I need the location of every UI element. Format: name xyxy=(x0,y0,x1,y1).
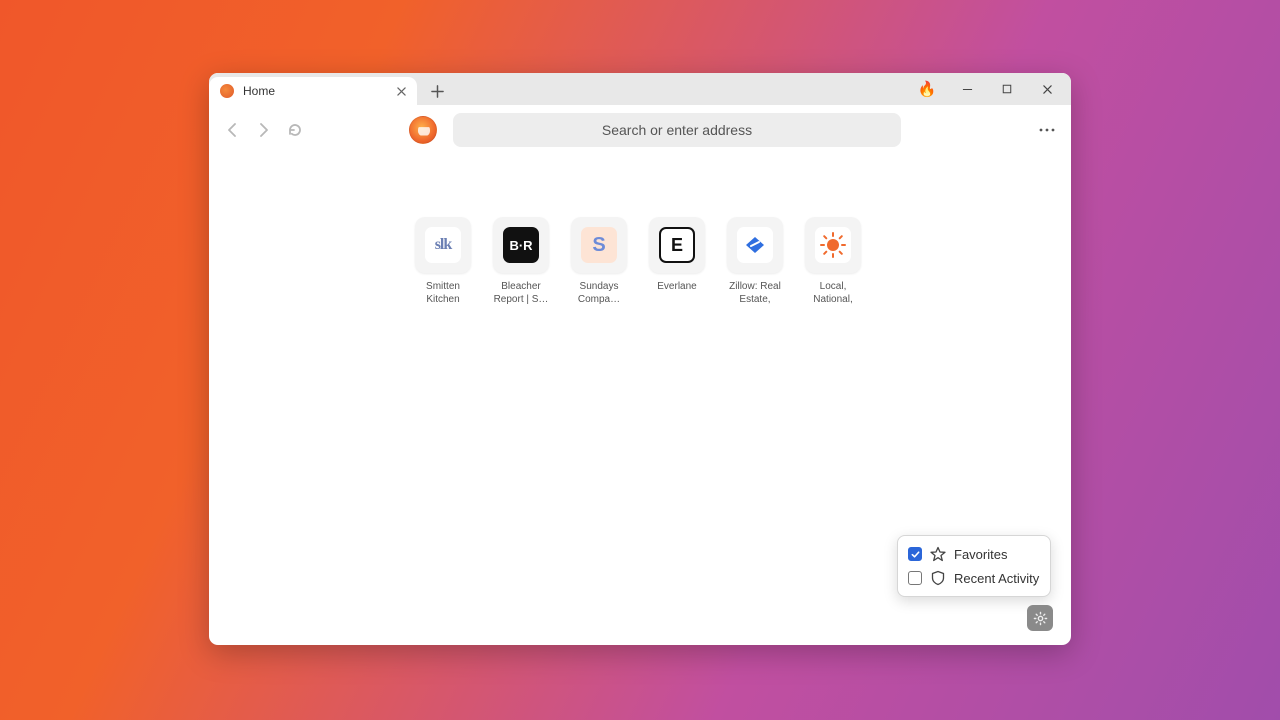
favorites-grid: slk Smitten Kitchen B·R Bleacher Report … xyxy=(415,217,861,307)
shield-icon xyxy=(930,570,946,586)
checkbox-checked-icon xyxy=(908,547,922,561)
favorite-zillow[interactable]: Zillow: Real Estate, Apa… xyxy=(727,217,783,307)
favorite-bleacher-report[interactable]: B·R Bleacher Report | S… xyxy=(493,217,549,307)
favorite-label: Local, National, &… xyxy=(805,281,861,307)
maximize-button[interactable] xyxy=(987,73,1027,105)
close-window-button[interactable] xyxy=(1027,73,1067,105)
favorite-label: Sundays Compa… xyxy=(571,281,627,307)
new-tab-content: slk Smitten Kitchen B·R Bleacher Report … xyxy=(209,155,1071,645)
duckduckgo-favicon-icon xyxy=(219,83,235,99)
settings-icon xyxy=(1033,611,1048,626)
forward-button[interactable] xyxy=(249,116,277,144)
checkbox-unchecked-icon xyxy=(908,571,922,585)
favorite-smitten-kitchen[interactable]: slk Smitten Kitchen xyxy=(415,217,471,307)
site-icon: B·R xyxy=(503,227,539,263)
star-icon xyxy=(930,546,946,562)
favorite-everlane[interactable]: E Everlane xyxy=(649,217,705,307)
window-controls: 🔥 xyxy=(907,73,1071,105)
back-button[interactable] xyxy=(219,116,247,144)
favorite-label: Everlane xyxy=(649,281,705,307)
address-bar-placeholder: Search or enter address xyxy=(602,122,752,138)
fire-button[interactable]: 🔥 xyxy=(907,73,947,105)
favorite-label: Zillow: Real Estate, Apa… xyxy=(727,281,783,307)
minimize-button[interactable] xyxy=(947,73,987,105)
site-icon: S xyxy=(581,227,617,263)
close-tab-button[interactable] xyxy=(393,83,409,99)
customize-button[interactable] xyxy=(1027,605,1053,631)
tab-title: Home xyxy=(243,84,393,98)
toggle-favorites[interactable]: Favorites xyxy=(908,542,1040,566)
site-icon xyxy=(737,227,773,263)
address-bar[interactable]: Search or enter address xyxy=(453,113,901,147)
refresh-button[interactable] xyxy=(281,116,309,144)
site-icon: slk xyxy=(425,227,461,263)
favorite-label: Bleacher Report | S… xyxy=(493,281,549,307)
tab-home[interactable]: Home xyxy=(209,77,417,105)
new-tab-button[interactable] xyxy=(423,77,451,105)
popup-label: Favorites xyxy=(954,547,1007,562)
more-menu-button[interactable] xyxy=(1033,116,1061,144)
duckduckgo-logo-icon xyxy=(409,116,437,144)
browser-window: Home 🔥 xyxy=(209,73,1071,645)
site-icon xyxy=(815,227,851,263)
site-icon: E xyxy=(659,227,695,263)
favorite-label: Smitten Kitchen xyxy=(415,281,471,307)
navbar: Search or enter address xyxy=(209,105,1071,155)
fire-icon: 🔥 xyxy=(918,80,937,98)
customize-popup: Favorites Recent Activity xyxy=(897,535,1051,597)
favorite-accuweather[interactable]: Local, National, &… xyxy=(805,217,861,307)
titlebar: Home 🔥 xyxy=(209,73,1071,105)
favorite-sundays[interactable]: S Sundays Compa… xyxy=(571,217,627,307)
popup-label: Recent Activity xyxy=(954,571,1039,586)
toggle-recent-activity[interactable]: Recent Activity xyxy=(908,566,1040,590)
